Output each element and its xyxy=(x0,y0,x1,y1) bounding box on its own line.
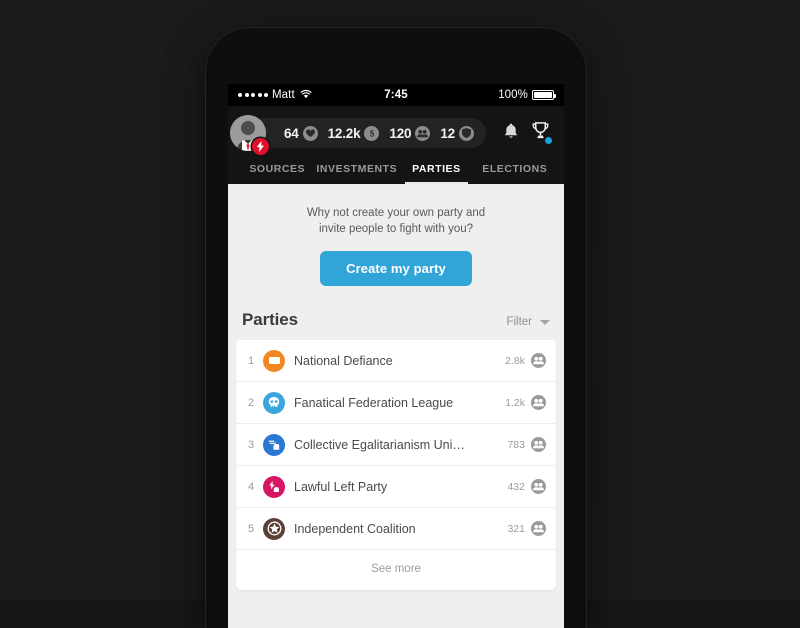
party-rank: 3 xyxy=(247,438,255,451)
clock: 7:45 xyxy=(384,89,408,101)
table-row[interactable]: 3 Collective Egalitarianism Uni… 783 xyxy=(236,424,556,467)
dollar-icon: $ xyxy=(364,125,380,141)
people-icon xyxy=(415,125,431,141)
svg-text:$: $ xyxy=(370,128,375,138)
phone-screen: Matt 7:45 100% 64 12.2k $ 120 12 SOURCES… xyxy=(228,84,564,628)
stat-influence[interactable]: 64 xyxy=(284,125,318,141)
party-rank: 5 xyxy=(247,522,255,535)
phone-device-frame: Matt 7:45 100% 64 12.2k $ 120 12 SOURCES… xyxy=(206,28,586,628)
stat-money[interactable]: 12.2k $ xyxy=(327,125,380,141)
tab-elections[interactable]: ELECTIONS xyxy=(476,154,554,184)
party-name: Fanatical Federation League xyxy=(294,395,454,410)
carrier-label: Matt xyxy=(272,89,295,101)
people-icon xyxy=(531,437,546,453)
promo-line-1: Why not create your own party and xyxy=(306,207,486,219)
table-row[interactable]: 2 Fanatical Federation League 1.2k xyxy=(236,382,556,425)
tab-investments[interactable]: INVESTMENTS xyxy=(316,154,397,184)
tab-bar: SOURCES INVESTMENTS PARTIES ELECTIONS xyxy=(236,154,556,184)
filter-dropdown[interactable]: Filter xyxy=(506,316,550,328)
filter-label: Filter xyxy=(506,316,532,329)
bolt-fist-icon xyxy=(263,475,285,498)
bell-icon[interactable] xyxy=(503,122,519,145)
stat-value: 120 xyxy=(389,125,412,141)
party-member-count: 321 xyxy=(507,522,525,535)
header-actions xyxy=(503,121,556,145)
skull-icon xyxy=(263,391,285,414)
table-row[interactable]: 4 Lawful Left Party 432 xyxy=(236,466,556,509)
tab-label: INVESTMENTS xyxy=(316,163,398,175)
battery-percent-label: 100% xyxy=(498,89,529,101)
signal-strength-icon xyxy=(238,93,268,97)
see-more-button[interactable]: See more xyxy=(236,550,556,591)
flag-icon xyxy=(263,349,285,372)
people-icon xyxy=(531,353,546,369)
parties-section-header: Parties Filter xyxy=(228,306,564,340)
create-my-party-button[interactable]: Create my party xyxy=(320,251,472,287)
stat-value: 64 xyxy=(284,125,299,141)
people-icon xyxy=(531,479,546,495)
shield-icon xyxy=(458,125,474,141)
status-bar-left: Matt xyxy=(238,89,384,102)
trophy-notification-dot xyxy=(545,137,552,144)
wifi-icon xyxy=(300,89,312,102)
trophy-icon[interactable] xyxy=(531,121,552,145)
content-area: Why not create your own party and invite… xyxy=(228,184,564,628)
party-member-count: 1.2k xyxy=(505,396,525,409)
stat-power[interactable]: 12 xyxy=(440,125,474,141)
tab-parties[interactable]: PARTIES xyxy=(397,154,475,184)
battery-full-icon xyxy=(532,90,557,100)
chevron-down-icon xyxy=(540,319,550,325)
party-rank: 2 xyxy=(247,396,255,409)
stat-supporters[interactable]: 120 xyxy=(389,125,431,141)
party-name: Lawful Left Party xyxy=(294,479,388,494)
party-rank: 4 xyxy=(247,480,255,493)
status-bar: Matt 7:45 100% xyxy=(228,84,564,106)
party-rank: 1 xyxy=(247,354,255,367)
stat-value: 12 xyxy=(440,125,455,141)
tab-label: SOURCES xyxy=(249,163,306,175)
stats-row: 64 12.2k $ 120 12 xyxy=(230,112,556,155)
tab-sources[interactable]: SOURCES xyxy=(238,154,316,184)
table-row[interactable]: 5 Independent Coalition 321 xyxy=(236,508,556,551)
heart-icon xyxy=(302,125,318,141)
parties-list-card: 1 National Defiance 2.8k 2 Fanatical Fed… xyxy=(236,340,556,591)
status-bar-right: 100% xyxy=(408,89,557,101)
table-row[interactable]: 1 National Defiance 2.8k xyxy=(236,340,556,383)
party-name: Independent Coalition xyxy=(294,521,416,536)
promo-line-2: invite people to fight with you? xyxy=(318,222,474,235)
party-member-count: 783 xyxy=(507,438,525,451)
stats-pill: 64 12.2k $ 120 12 xyxy=(230,115,486,155)
party-member-count: 432 xyxy=(507,480,525,493)
app-header: 64 12.2k $ 120 12 SOURCES INVESTMENTS PA… xyxy=(228,106,564,184)
tab-label: PARTIES xyxy=(412,163,461,175)
party-name: National Defiance xyxy=(294,353,393,368)
create-party-promo: Why not create your own party and invite… xyxy=(228,184,564,306)
people-icon xyxy=(531,521,546,537)
star-icon xyxy=(263,517,285,540)
page-title: Parties xyxy=(242,310,299,330)
lightning-bolt-badge-icon xyxy=(252,138,269,155)
stat-value: 12.2k xyxy=(327,125,361,141)
party-name: Collective Egalitarianism Uni… xyxy=(294,437,465,452)
tab-label: ELECTIONS xyxy=(482,163,548,175)
people-icon xyxy=(531,395,546,411)
party-member-count: 2.8k xyxy=(505,354,525,367)
promo-text: Why not create your own party and invite… xyxy=(244,206,548,237)
fist-icon xyxy=(263,433,285,456)
